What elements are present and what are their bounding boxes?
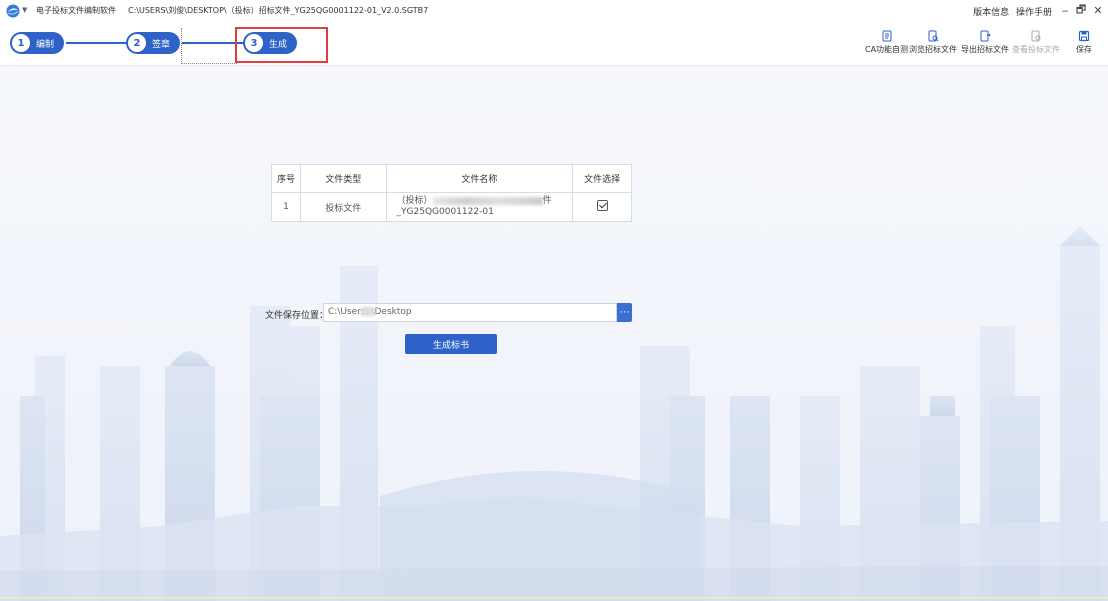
header-no: 序号 bbox=[271, 164, 301, 193]
step-1[interactable]: 1 编制 bbox=[10, 32, 65, 54]
header-type: 文件类型 bbox=[299, 164, 387, 193]
minimize-button[interactable]: ‒ bbox=[1058, 3, 1072, 17]
save-button[interactable]: 保存 bbox=[1076, 30, 1092, 55]
step-2[interactable]: 2 签章 bbox=[126, 32, 181, 54]
restore-icon: 🗗 bbox=[1075, 2, 1087, 16]
browse-bid-label: 浏览招标文件 bbox=[909, 45, 957, 54]
document-search-icon bbox=[928, 30, 939, 42]
file-name-prefix: （投标） bbox=[396, 196, 433, 206]
cell-no: 1 bbox=[271, 192, 301, 222]
table-header-row: 序号 文件类型 文件名称 文件选择 bbox=[271, 164, 632, 193]
file-path: C:\USERS\刘俊\DESKTOP\（投标）招标文件_YG25QG00011… bbox=[128, 6, 429, 15]
close-icon: ✕ bbox=[1093, 3, 1103, 17]
document-view-icon bbox=[1031, 30, 1041, 42]
table-row[interactable]: 1 投标文件 （投标） 件 _YG25QG0001122-01 bbox=[271, 192, 632, 222]
window-title: 电子投标文件编制软件 C:\USERS\刘俊\DESKTOP\（投标）招标文件_Y… bbox=[36, 5, 428, 16]
city-skyline-background bbox=[0, 66, 1108, 601]
document-export-icon bbox=[980, 30, 991, 42]
step-2-label: 签章 bbox=[152, 39, 171, 50]
close-button[interactable]: ✕ bbox=[1091, 3, 1105, 17]
ca-check-label: CA功能自测 bbox=[865, 45, 909, 54]
view-tender-button[interactable]: 查看投标文件 bbox=[1012, 30, 1060, 55]
restore-button[interactable]: 🗗 bbox=[1074, 3, 1088, 17]
header-select: 文件选择 bbox=[572, 164, 632, 193]
file-table: 序号 文件类型 文件名称 文件选择 1 投标文件 （投标） 件 _YG25QG00… bbox=[271, 164, 632, 222]
header-name: 文件名称 bbox=[385, 164, 574, 193]
focus-dotted-box bbox=[181, 28, 237, 64]
step-highlight-box bbox=[235, 27, 328, 63]
step-1-label: 编制 bbox=[36, 39, 55, 50]
toolbar: 1 编制 2 签章 3 生成 CA功能自测 浏览招标文件 导出招标文件 查看投标… bbox=[0, 22, 1108, 66]
export-bid-label: 导出招标文件 bbox=[961, 45, 1009, 54]
manual-link[interactable]: 操作手册 bbox=[1016, 8, 1052, 18]
save-label: 保存 bbox=[1076, 45, 1092, 54]
step-connector bbox=[66, 42, 126, 44]
file-select-checkbox[interactable] bbox=[596, 200, 608, 211]
cell-name: （投标） 件 _YG25QG0001122-01 bbox=[385, 192, 574, 222]
save-icon bbox=[1078, 30, 1090, 42]
title-bar: ▼ 电子投标文件编制软件 C:\USERS\刘俊\DESKTOP\（投标）招标文件… bbox=[0, 0, 1108, 22]
export-bid-button[interactable]: 导出招标文件 bbox=[961, 30, 1009, 55]
app-logo-icon[interactable] bbox=[6, 4, 20, 18]
version-info-link[interactable]: 版本信息 bbox=[973, 8, 1009, 18]
title-links: 版本信息 操作手册 bbox=[969, 5, 1052, 18]
minimize-icon: ‒ bbox=[1061, 3, 1069, 17]
cell-type: 投标文件 bbox=[299, 192, 387, 222]
browse-folder-button[interactable]: ⋯ bbox=[617, 303, 632, 322]
step-2-number: 2 bbox=[128, 34, 146, 52]
step-1-number: 1 bbox=[12, 34, 30, 52]
ellipsis-icon: ⋯ bbox=[619, 307, 630, 318]
document-list-icon bbox=[882, 30, 892, 42]
ca-check-button[interactable]: CA功能自测 bbox=[865, 30, 908, 55]
generate-bid-button[interactable]: 生成标书 bbox=[405, 334, 497, 354]
browse-bid-button[interactable]: 浏览招标文件 bbox=[909, 30, 957, 55]
file-name-suffix: 件 bbox=[542, 196, 552, 206]
cell-select bbox=[572, 192, 632, 222]
file-name-code: _YG25QG0001122-01 bbox=[396, 207, 494, 217]
app-name: 电子投标文件编制软件 bbox=[36, 6, 116, 15]
redacted-text bbox=[432, 196, 543, 205]
view-tender-label: 查看投标文件 bbox=[1012, 45, 1060, 54]
redacted-username bbox=[361, 307, 375, 316]
save-location-label: 文件保存位置： bbox=[265, 311, 329, 321]
bottom-divider bbox=[0, 597, 1108, 599]
app-menu-caret-icon[interactable]: ▼ bbox=[22, 6, 27, 14]
